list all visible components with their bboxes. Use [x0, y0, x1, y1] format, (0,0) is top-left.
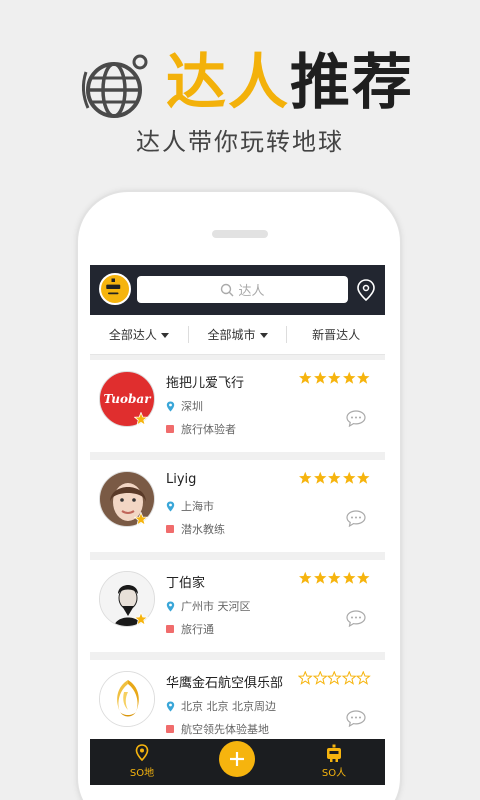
star-badge-icon [134, 612, 148, 626]
star-empty-icon [356, 671, 371, 685]
tab-so-people[interactable]: SO人 [304, 743, 364, 779]
expert-name: 丁伯家 [166, 576, 206, 591]
star-empty-icon [298, 671, 313, 685]
tab-label: SO地 [129, 768, 155, 779]
star-badge-icon [134, 412, 148, 426]
expert-city-label: 深圳 [181, 400, 203, 413]
expert-city: 广州市 天河区 [166, 598, 251, 614]
chat-bubble-icon[interactable] [346, 610, 366, 627]
star-badge-icon [134, 512, 148, 526]
expert-card[interactable]: 丁伯家 广州市 天河区 旅行通 [90, 560, 385, 652]
star-filled-icon [357, 471, 370, 484]
expert-tag: 旅行体验者 [166, 421, 236, 437]
location-pin-icon [166, 401, 175, 411]
location-pin-icon [166, 501, 175, 511]
star-filled-icon [313, 371, 326, 384]
chat-bubble-icon[interactable] [346, 710, 366, 727]
star-filled-icon [313, 571, 326, 584]
promo-header: 达人推荐 达人带你玩转地球 [0, 0, 480, 190]
tag-marker-icon [166, 625, 174, 633]
star-filled-icon [299, 471, 312, 484]
search-placeholder: 达人 [238, 284, 265, 299]
location-pin-icon[interactable] [356, 279, 376, 301]
promo-subtitle: 达人带你玩转地球 [136, 128, 344, 156]
plus-icon [230, 752, 244, 766]
expert-tag-label: 航空领先体验基地 [181, 723, 269, 736]
expert-city: 深圳 [166, 398, 203, 414]
map-pin-icon [135, 744, 149, 762]
expert-name: 拖把儿爱飞行 [166, 376, 245, 391]
expert-tag: 潜水教练 [166, 521, 225, 537]
filter-new-experts[interactable]: 新晋达人 [286, 326, 385, 343]
phone-speaker [212, 230, 268, 238]
rating-stars [298, 571, 371, 585]
tab-so-place[interactable]: SO地 [112, 743, 172, 779]
expert-list: Tuobar 拖把儿爱飞行 深圳 旅行体验者 Liyig 上海市 潜水教练 丁伯… [90, 360, 385, 760]
expert-tag: 航空领先体验基地 [166, 721, 269, 737]
expert-city: 上海市 [166, 498, 214, 514]
filter-all-cities[interactable]: 全部城市 [187, 326, 287, 343]
star-filled-icon [328, 371, 341, 384]
promo-title: 达人推荐 [166, 48, 414, 118]
star-filled-icon [328, 571, 341, 584]
location-pin-icon [166, 601, 175, 611]
star-filled-icon [357, 571, 370, 584]
expert-tag: 旅行通 [166, 621, 214, 637]
star-filled-icon [299, 571, 312, 584]
expert-tag-label: 旅行体验者 [181, 423, 236, 436]
star-filled-icon [342, 571, 355, 584]
expert-name: Liyig [166, 472, 197, 487]
avatar-logo-text: Tuobar [103, 392, 151, 406]
robot-icon [327, 744, 341, 762]
expert-city-label: 上海市 [181, 500, 214, 513]
chat-bubble-icon[interactable] [346, 410, 366, 427]
expert-city: 北京 北京 北京周边 [166, 698, 276, 714]
tag-marker-icon [166, 725, 174, 733]
expert-tag-label: 潜水教练 [181, 523, 225, 536]
filter-label: 全部达人 [108, 328, 157, 342]
promo-title-accent: 达人 [166, 48, 290, 118]
expert-city-label: 北京 北京 北京周边 [181, 700, 276, 713]
star-filled-icon [299, 371, 312, 384]
tag-marker-icon [166, 425, 174, 433]
promo-title-rest: 推荐 [290, 48, 414, 118]
rating-stars [298, 371, 371, 385]
top-bar: 达人 [90, 265, 385, 315]
filter-label: 全部城市 [207, 328, 256, 342]
star-filled-icon [357, 371, 370, 384]
bottom-tab-bar: SO地 SO人 [90, 739, 385, 785]
expert-name: 华鹰金石航空俱乐部 [166, 676, 284, 691]
star-filled-icon [342, 371, 355, 384]
star-empty-icon [312, 671, 327, 685]
expert-city-label: 广州市 天河区 [181, 600, 251, 613]
search-icon [221, 283, 234, 296]
app-logo-icon[interactable] [99, 273, 131, 305]
expert-tag-label: 旅行通 [181, 623, 214, 636]
add-button[interactable] [219, 741, 255, 777]
search-input[interactable]: 达人 [137, 276, 348, 303]
filter-all-experts[interactable]: 全部达人 [90, 326, 188, 343]
rating-stars [298, 471, 371, 485]
location-pin-icon [166, 701, 175, 711]
tab-label: SO人 [321, 768, 347, 779]
caret-down-icon [259, 333, 268, 338]
star-empty-icon [341, 671, 356, 685]
star-filled-icon [342, 471, 355, 484]
chat-bubble-icon[interactable] [346, 510, 366, 527]
star-empty-icon [327, 671, 342, 685]
expert-card[interactable]: Tuobar 拖把儿爱飞行 深圳 旅行体验者 [90, 360, 385, 452]
filter-bar: 全部达人 全部城市 新晋达人 [90, 315, 385, 355]
star-filled-icon [313, 471, 326, 484]
avatar [99, 671, 155, 727]
expert-card[interactable]: Liyig 上海市 潜水教练 [90, 460, 385, 552]
star-filled-icon [328, 471, 341, 484]
caret-down-icon [160, 333, 169, 338]
tag-marker-icon [166, 525, 174, 533]
globe-icon [81, 54, 148, 118]
app-screen: 达人 全部达人 全部城市 新晋达人 Tuobar 拖把儿爱飞行 深圳 旅行体验者… [90, 265, 385, 785]
rating-stars [298, 671, 371, 685]
filter-label: 新晋达人 [312, 328, 361, 342]
